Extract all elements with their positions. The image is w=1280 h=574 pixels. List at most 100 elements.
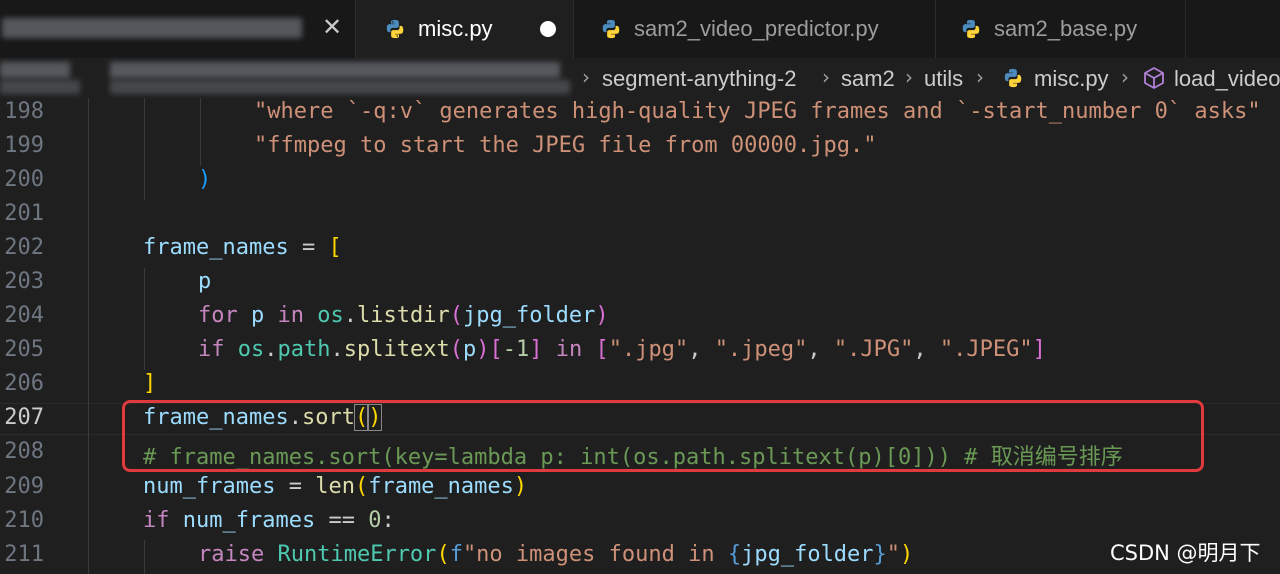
tab-bar: ✕ misc.py sam2_video_predictor.py sam2_b…: [0, 0, 1280, 58]
bracket-token: [: [595, 337, 609, 362]
string-token: ".JPG": [833, 337, 914, 362]
op-token: :: [381, 508, 395, 533]
op-token: =: [288, 235, 329, 260]
var-token: jpg_folder: [741, 542, 874, 567]
string-token: ": [886, 542, 901, 567]
fstring-prefix-token: f: [449, 542, 463, 567]
var-token: p: [251, 303, 265, 328]
chevron-right-icon: ›: [1121, 65, 1129, 89]
number-token: 0: [368, 508, 382, 533]
brace-token: }: [873, 542, 887, 567]
var-token: num_frames: [182, 508, 316, 533]
number-token: -1: [502, 337, 530, 362]
code-line-202[interactable]: frame_names = [: [143, 235, 342, 260]
module-token: os: [317, 303, 344, 328]
blurred-tab-label: [2, 18, 302, 38]
code-line-209[interactable]: num_frames = len(frame_names): [143, 474, 527, 499]
bracket-token: ]: [143, 371, 157, 396]
paren-token: ): [513, 474, 528, 499]
breadcrumb-item[interactable]: utils: [924, 66, 963, 92]
tab-label: misc.py: [418, 16, 493, 41]
paren-token: (: [436, 542, 450, 567]
line-number: 202: [4, 235, 44, 260]
close-icon[interactable]: ✕: [322, 13, 342, 41]
keyword-token: in: [555, 337, 583, 362]
var-token: p: [462, 337, 477, 362]
blurred-path: [110, 80, 570, 94]
string-token: "ffmpeg to start the JPEG file from 0000…: [254, 133, 877, 158]
line-number: 210: [4, 508, 44, 533]
line-number: 208: [4, 439, 44, 464]
var-token: frame_names: [368, 474, 514, 499]
line-number: 200: [4, 167, 44, 192]
code-line-199[interactable]: "ffmpeg to start the JPEG file from 0000…: [254, 133, 877, 158]
brace-token: {: [727, 542, 742, 567]
module-token: os: [237, 337, 265, 362]
tab-sam2-video-predictor[interactable]: sam2_video_predictor.py: [574, 0, 936, 58]
tab-sam2-base[interactable]: sam2_base.py: [936, 0, 1186, 58]
unsaved-dot-icon: [540, 21, 556, 37]
var-token: p: [198, 269, 212, 294]
keyword-token: raise: [198, 542, 265, 567]
blurred-path: [0, 80, 80, 94]
var-token: jpg_folder: [462, 303, 596, 328]
code-line-210[interactable]: if num_frames == 0:: [143, 508, 395, 533]
method-cube-icon: [1144, 67, 1164, 89]
function-token: splitext: [343, 337, 450, 362]
code-line-200[interactable]: ): [198, 167, 211, 192]
string-token: ".JPEG": [939, 337, 1033, 362]
chevron-right-icon: ›: [976, 65, 984, 89]
python-file-icon: [962, 19, 980, 39]
string-token: "where `-q:v` generates high-quality JPE…: [254, 99, 1261, 124]
op-token: =: [275, 474, 316, 499]
function-token: listdir: [357, 303, 450, 328]
line-number: 209: [4, 474, 44, 499]
tab-blurred-file[interactable]: ✕: [0, 0, 356, 58]
paren-token: ): [198, 167, 212, 192]
function-token: len: [315, 474, 355, 499]
indent-guide: [144, 98, 145, 200]
keyword-token: if: [143, 508, 170, 533]
code-line-206[interactable]: ]: [143, 371, 156, 396]
line-number: 199: [4, 133, 44, 158]
watermark: CSDN @明月下: [1110, 541, 1261, 565]
blurred-path: [110, 62, 560, 78]
var-token: num_frames: [143, 474, 276, 499]
tab-label: sam2_base.py: [994, 16, 1138, 41]
keyword-token: for: [198, 303, 238, 328]
paren-token: ): [476, 337, 490, 362]
annotation-highlight-box: [122, 400, 1204, 472]
paren-token: (: [449, 337, 463, 362]
paren-token: (: [449, 303, 463, 328]
line-number-current: 207: [4, 405, 44, 430]
breadcrumb-item[interactable]: load_video: [1174, 66, 1280, 92]
tab-label: sam2_video_predictor.py: [634, 16, 879, 41]
line-number: 206: [4, 371, 44, 396]
breadcrumb-item[interactable]: segment-anything-2: [602, 66, 796, 92]
op-token: ==: [315, 508, 369, 533]
python-file-icon: [386, 19, 404, 39]
breadcrumb: › segment-anything-2 › sam2 › utils › mi…: [0, 58, 1280, 98]
code-line-198[interactable]: "where `-q:v` generates high-quality JPE…: [254, 99, 1261, 124]
indent-guide: [144, 540, 145, 574]
paren-token: ): [900, 542, 914, 567]
class-token: RuntimeError: [277, 542, 437, 567]
code-line-204[interactable]: for p in os.listdir(jpg_folder): [198, 303, 609, 328]
paren-token: (: [354, 474, 369, 499]
breadcrumb-item[interactable]: misc.py: [1034, 66, 1109, 92]
bracket-token: [: [489, 337, 503, 362]
code-line-205[interactable]: if os.path.splitext(p)[-1] in [".jpg", "…: [198, 337, 1046, 362]
breadcrumb-item[interactable]: sam2: [841, 66, 895, 92]
indent-guide: [88, 98, 89, 574]
string-token: ".jpeg": [714, 337, 808, 362]
chevron-right-icon: ›: [822, 65, 830, 89]
string-token: "no images found in: [462, 542, 728, 567]
python-file-icon: [1004, 68, 1022, 88]
tab-misc-py[interactable]: misc.py: [356, 0, 574, 58]
bracket-token: [: [328, 235, 342, 260]
var-token: frame_names: [143, 235, 289, 260]
code-line-203[interactable]: p: [198, 269, 211, 294]
code-line-211[interactable]: raise RuntimeError(f"no images found in …: [198, 542, 913, 567]
chevron-right-icon: ›: [582, 65, 590, 89]
python-file-icon: [602, 19, 620, 39]
